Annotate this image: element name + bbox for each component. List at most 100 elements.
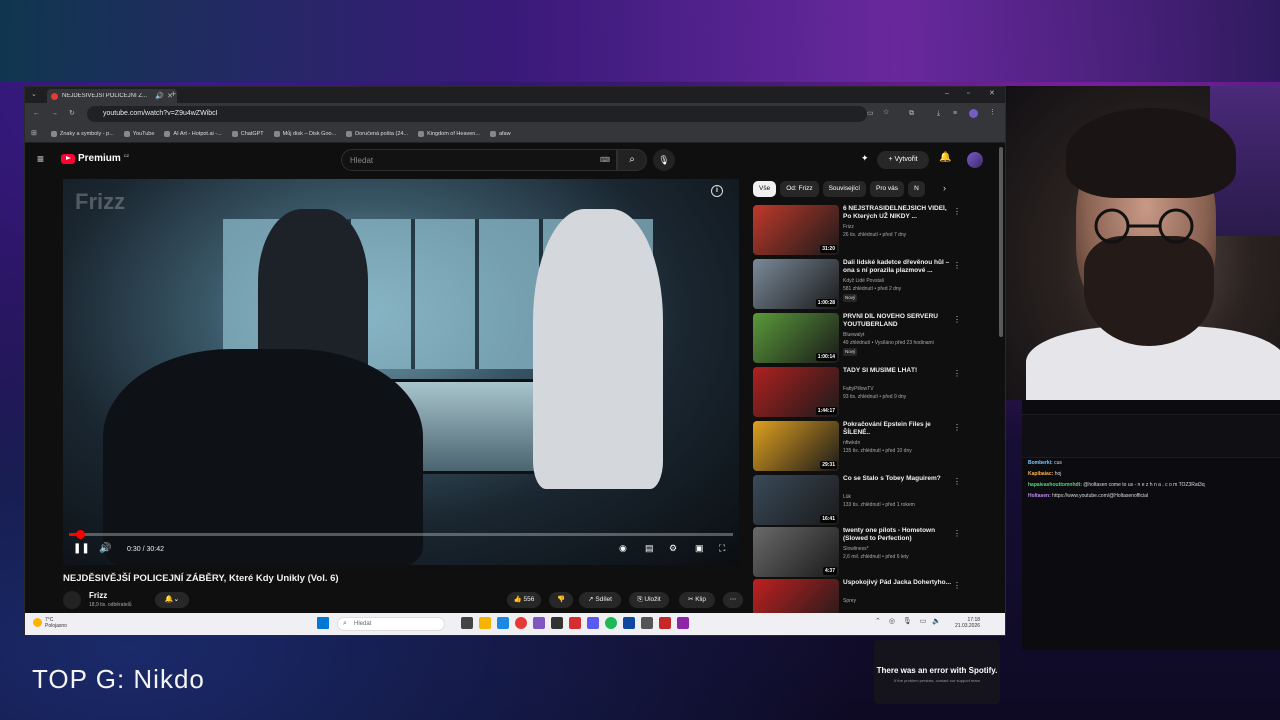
new-tab-icon[interactable]: + [171, 90, 176, 99]
filter-chip[interactable]: Související [822, 181, 867, 197]
download-icon[interactable]: ⤓ [937, 110, 940, 117]
windows-start-icon[interactable] [317, 617, 329, 629]
channel-name[interactable]: Lük [843, 493, 961, 501]
studio-icon[interactable]: ✦ [861, 153, 869, 164]
bookmark-star-icon[interactable]: ☆ [883, 109, 889, 116]
video-title[interactable]: 6 NEJSTRAŠIDELNĚJŠÍCH VIDEÍ, Po Kterých … [843, 205, 953, 221]
channel-name[interactable]: Frizz [89, 591, 107, 600]
recommended-video[interactable]: 1:00:14 PRVNÍ DÍL NOVÉHO SERVERU YOUTUBER… [753, 313, 963, 363]
weather-widget[interactable]: 7°C Polojasno [33, 617, 67, 629]
network-icon[interactable]: ▭ [920, 618, 927, 625]
video-title[interactable]: twenty one pilots - Hometown (Slowed to … [843, 527, 953, 543]
miniplayer-icon[interactable]: ▣ [695, 543, 704, 554]
install-icon[interactable]: ▭ [867, 110, 874, 117]
more-options-icon[interactable]: ⋮ [953, 261, 961, 270]
page-scrollbar[interactable] [999, 147, 1003, 337]
video-title[interactable]: TADY SI MUSÍME LHÁT! [843, 367, 953, 375]
video-thumbnail[interactable]: 16:41 [753, 475, 839, 525]
dislike-button[interactable]: 👎 [549, 592, 573, 608]
steam-icon[interactable] [623, 617, 635, 629]
app-icon[interactable] [659, 617, 671, 629]
video-title[interactable]: Uspokojivý Pád Jacka Dohertyho... [843, 579, 953, 587]
search-input[interactable]: Hledat ⌨ [341, 149, 617, 171]
progress-bar[interactable] [69, 530, 733, 539]
bookmark-item[interactable]: Znaky a symboly - p... [51, 130, 114, 137]
reload-icon[interactable]: ↻ [69, 110, 75, 117]
more-options-icon[interactable]: ⋮ [953, 423, 961, 432]
tray-app-icon[interactable]: ◎ [889, 618, 895, 625]
more-options-icon[interactable]: ⋮ [953, 369, 961, 378]
info-icon[interactable]: i [711, 185, 723, 197]
bookmark-item[interactable]: Doručená pošta (24... [346, 130, 408, 137]
outlook-icon[interactable] [497, 617, 509, 629]
more-options-icon[interactable]: ⋮ [953, 529, 961, 538]
search-button[interactable]: ⌕ [617, 149, 647, 171]
bookmark-item[interactable]: Kingdom of Heaven... [418, 130, 480, 137]
video-thumbnail[interactable]: 1:44:17 [753, 367, 839, 417]
autoplay-toggle-icon[interactable]: ◉ [619, 543, 627, 554]
back-icon[interactable]: ← [33, 110, 40, 117]
like-button[interactable]: 👍 556 [507, 592, 541, 608]
url-field[interactable]: youtube.com/watch?v=Z9u4wZWibcI [87, 106, 867, 122]
recommended-video[interactable]: 31:20 6 NEJSTRAŠIDELNĚJŠÍCH VIDEÍ, Po Kte… [753, 205, 963, 255]
file-explorer-icon[interactable] [479, 617, 491, 629]
bookmark-item[interactable]: AI Art - Hotpot.ai -... [164, 130, 222, 137]
video-thumbnail[interactable]: 31:20 [753, 205, 839, 255]
pause-icon[interactable]: ❚❚ [73, 543, 90, 554]
teams-icon[interactable] [587, 617, 599, 629]
more-options-icon[interactable]: ⋮ [953, 207, 961, 216]
channel-avatar[interactable] [63, 591, 81, 609]
filter-chip[interactable]: Vše [753, 181, 777, 197]
volume-icon[interactable]: 🔊 [99, 543, 111, 554]
recommended-video[interactable]: 29:31 Pokračování Epstein Files je ŠÍLENÉ… [753, 421, 963, 471]
recommended-video[interactable]: 16:41 Co se Stalo s Tobey Maguirem? Lük 133… [753, 475, 963, 525]
voice-search-button[interactable]: 🎙 [653, 149, 675, 171]
tab-active[interactable]: NEJDĚSIVĚJŠÍ POLICEJNÍ Z... 🔊 ✕ [47, 89, 177, 103]
more-actions-button[interactable]: ⋯ [723, 592, 743, 608]
menu-icon[interactable]: ⋮ [989, 109, 996, 116]
bookmark-item[interactable]: Můj disk – Disk Goo... [273, 130, 336, 137]
video-thumbnail[interactable]: 1:00:28 [753, 259, 839, 309]
fullscreen-icon[interactable]: ⛶ [719, 543, 725, 554]
tray-chevron-icon[interactable]: ⌃ [875, 618, 881, 625]
minimize-icon[interactable]: – [945, 90, 949, 97]
forward-icon[interactable]: → [51, 110, 58, 117]
bookmark-item[interactable]: YouTube [123, 130, 154, 137]
recommended-video[interactable]: 1:00:28 Dali lidské kadetce dřevěnou hůl … [753, 259, 963, 309]
youtube-logo[interactable]: Premium CZ [61, 153, 129, 164]
channel-name[interactable]: nftwkdn [843, 439, 961, 447]
video-title[interactable]: Pokračování Epstein Files je ŠÍLENÉ.. [843, 421, 953, 437]
apps-icon[interactable]: ⊞ [31, 130, 37, 137]
notifications-bell-icon[interactable]: 🔔 [939, 152, 951, 163]
app-icon[interactable] [551, 617, 563, 629]
video-title[interactable]: Co se Stalo s Tobey Maguirem? [843, 475, 953, 483]
discord-icon[interactable] [533, 617, 545, 629]
filter-chip[interactable]: Od: Frizz [780, 181, 819, 197]
microphone-icon[interactable]: 🎙 [903, 618, 912, 625]
settings-gear-icon[interactable]: ⚙ [669, 543, 677, 554]
task-view-icon[interactable] [461, 617, 473, 629]
video-player[interactable]: Frizz [63, 179, 739, 565]
bookmark-item[interactable]: afaw [489, 130, 511, 137]
channel-name[interactable]: Slowliness* [843, 545, 961, 553]
more-options-icon[interactable]: ⋮ [953, 581, 961, 590]
more-options-icon[interactable]: ⋮ [953, 477, 961, 486]
video-thumbnail[interactable]: 4:37 [753, 527, 839, 577]
filter-chip[interactable]: Pro vás [870, 181, 905, 197]
share-button[interactable]: ↗ Sdílet [579, 592, 621, 608]
clip-button[interactable]: ✂ Klip [679, 592, 715, 608]
video-title[interactable]: PRVNÍ DÍL NOVÉHO SERVERU YOUTUBERLAND [843, 313, 953, 329]
speaker-icon[interactable]: 🔈 [932, 618, 941, 625]
chrome-icon[interactable] [515, 617, 527, 629]
hamburger-menu-icon[interactable]: ≡ [37, 152, 44, 166]
video-title[interactable]: Dali lidské kadetce dřevěnou hůl – ona s… [843, 259, 953, 275]
channel-name[interactable]: Bluewalyt [843, 331, 961, 339]
channel-name[interactable]: Když Lidé Povstali [843, 277, 961, 285]
close-window-icon[interactable]: ✕ [989, 90, 995, 97]
channel-name[interactable]: Frizz [843, 223, 961, 231]
profile-icon[interactable] [969, 109, 978, 118]
more-options-icon[interactable]: ⋮ [953, 315, 961, 324]
app-icon[interactable] [677, 617, 689, 629]
bookmark-item[interactable]: ChatGPT [231, 130, 264, 137]
chips-next-icon[interactable]: › [943, 183, 946, 193]
